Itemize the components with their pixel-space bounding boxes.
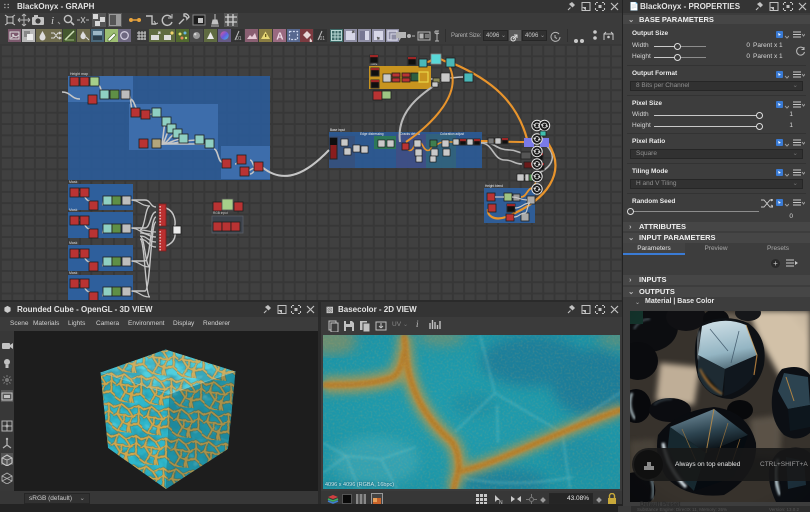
svg-text:01: 01 xyxy=(236,36,242,42)
svg-text:Mask: Mask xyxy=(69,271,78,275)
svg-text:Coloration adjust: Coloration adjust xyxy=(440,132,464,136)
svg-text:i: i xyxy=(51,15,54,27)
svg-text:Edge distressing: Edge distressing xyxy=(360,132,384,136)
svg-text:Height map: Height map xyxy=(70,72,88,76)
svg-text:Mask: Mask xyxy=(69,180,78,184)
svg-text:RGB input: RGB input xyxy=(213,211,228,215)
svg-text:Height blend: Height blend xyxy=(485,184,503,188)
svg-text:A: A xyxy=(276,32,283,43)
svg-text:01: 01 xyxy=(320,36,326,42)
svg-text:Base input: Base input xyxy=(330,128,345,132)
svg-text:Mask: Mask xyxy=(69,241,78,245)
svg-text:Mask: Mask xyxy=(69,208,78,212)
